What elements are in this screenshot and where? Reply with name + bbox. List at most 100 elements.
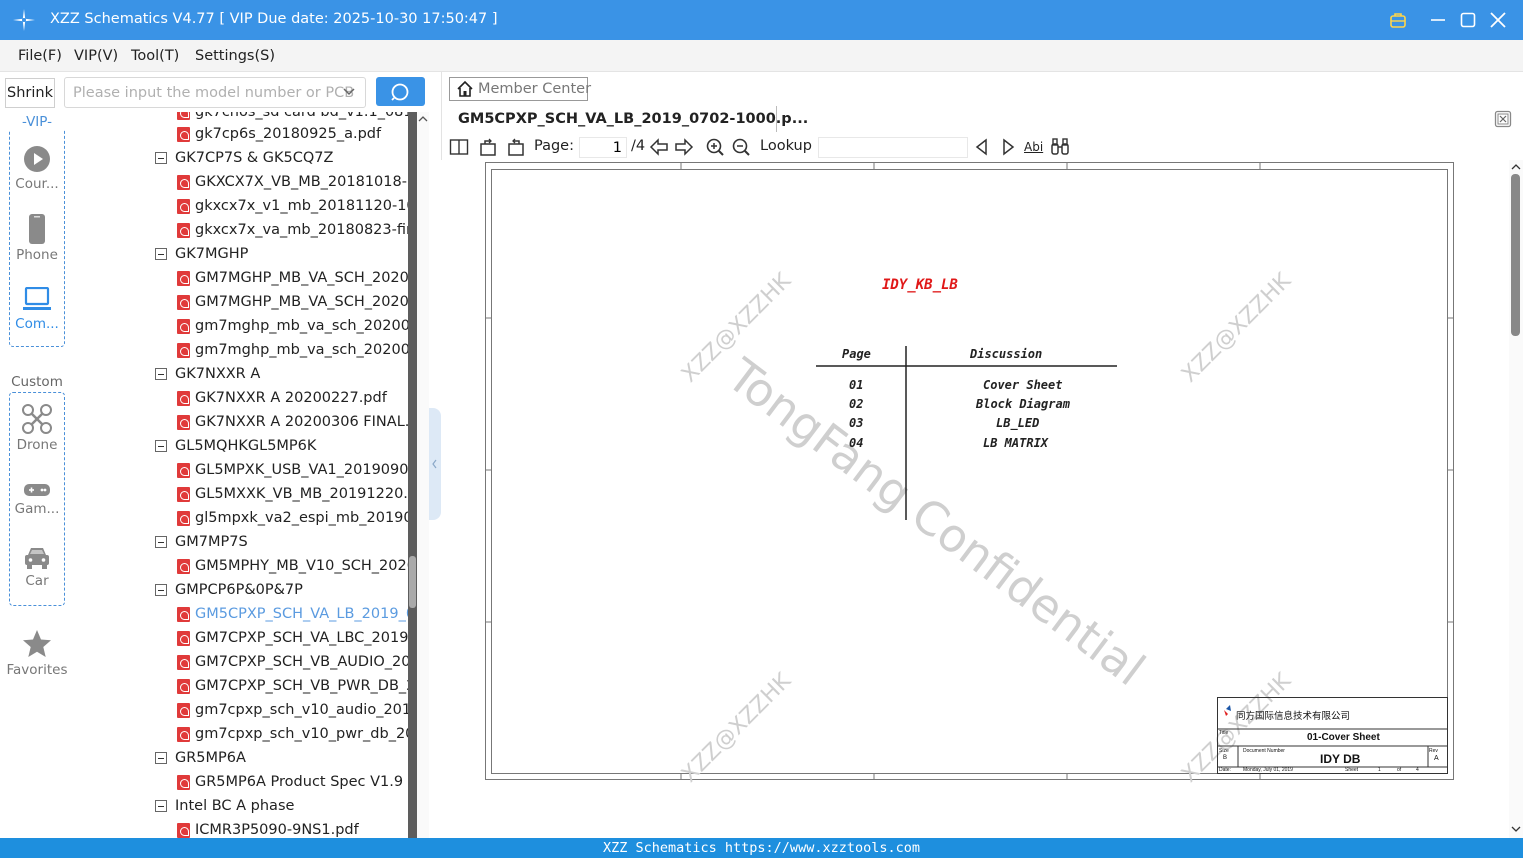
tree-scroll-thumb[interactable] xyxy=(409,556,416,608)
collapse-icon[interactable] xyxy=(155,440,167,452)
pdf-icon xyxy=(177,679,190,694)
sheet-label: Sheet xyxy=(1345,767,1359,773)
collapse-icon[interactable] xyxy=(155,248,167,260)
pdf-icon xyxy=(177,511,190,526)
pdf-icon xyxy=(177,127,190,142)
maximize-icon[interactable] xyxy=(1458,10,1478,30)
chevron-up-icon[interactable] xyxy=(418,114,428,124)
sidebar-item-favorites[interactable]: Favorites xyxy=(0,629,74,678)
rev-value: A xyxy=(1434,755,1439,762)
menu-settings[interactable]: Settings(S) xyxy=(195,48,275,64)
find-prev-icon[interactable] xyxy=(972,137,992,157)
viewer-scroll-thumb[interactable] xyxy=(1511,174,1520,336)
collapse-icon[interactable] xyxy=(155,368,167,380)
pdf-icon xyxy=(177,271,190,286)
pdf-icon xyxy=(177,463,190,478)
car-icon xyxy=(25,548,49,569)
collapse-icon[interactable] xyxy=(155,800,167,812)
window-title: XZZ Schematics V4.77 [ VIP Due date: 202… xyxy=(50,11,498,27)
sidebar-item-courses[interactable]: Cour... xyxy=(0,145,74,192)
sidebar-item-label: Favorites xyxy=(6,662,68,678)
member-center-button[interactable]: Member Center xyxy=(449,77,592,101)
chevron-down-icon[interactable] xyxy=(1511,824,1521,834)
pdf-icon xyxy=(177,631,190,646)
sidebar-item-label: Cour... xyxy=(15,176,59,192)
vip-group-title: -VIP- xyxy=(19,114,54,130)
pdf-icon xyxy=(177,295,190,310)
chevron-down-icon[interactable] xyxy=(341,84,357,100)
sidebar-item-drone[interactable]: Drone xyxy=(0,404,74,453)
col-header-page: Page xyxy=(842,347,871,361)
date-value: Monday, July 01, 2019 xyxy=(1243,767,1293,773)
title-bar: XZZ Schematics V4.77 [ VIP Due date: 202… xyxy=(0,0,1523,40)
collapse-icon[interactable] xyxy=(155,752,167,764)
search-button[interactable] xyxy=(376,77,425,106)
close-tab-icon[interactable] xyxy=(1494,110,1512,128)
shrink-button[interactable]: Shrink xyxy=(5,78,55,108)
tree-scrollbar[interactable] xyxy=(408,112,417,838)
sidebar-item-car[interactable]: Car xyxy=(0,546,74,589)
pdf-icon xyxy=(177,175,190,190)
sidebar-item-phone[interactable]: Phone xyxy=(0,214,74,263)
vip-bag-icon[interactable] xyxy=(1388,10,1408,30)
sidebar-item-label: Gam... xyxy=(14,501,60,517)
pdf-icon xyxy=(177,823,190,838)
schematic-title: IDY_KB_LB xyxy=(882,277,958,293)
sidebar-toggle-icon[interactable] xyxy=(449,137,469,157)
sidebar-item-label: Phone xyxy=(16,247,58,263)
rev-label: Rev xyxy=(1429,748,1438,754)
menu-tool[interactable]: Tool(T) xyxy=(131,48,179,64)
docnum-label: Document Number xyxy=(1243,748,1285,754)
row-desc: Block Diagram xyxy=(976,397,1070,411)
lookup-input[interactable] xyxy=(818,137,968,158)
drone-icon xyxy=(22,404,52,434)
document-tab[interactable]: GM5CPXP_SCH_VA_LB_2019_0702-1000.p... xyxy=(449,106,808,132)
page-label: Page: xyxy=(534,138,574,154)
search-icon xyxy=(391,83,409,101)
binoculars-icon[interactable] xyxy=(1050,137,1070,157)
page-total: /4 xyxy=(631,138,646,154)
sidebar-item-computer[interactable]: Com... xyxy=(0,287,74,332)
pdf-icon xyxy=(177,319,190,334)
next-page-icon[interactable] xyxy=(674,137,694,157)
of-value: 4 xyxy=(1416,767,1419,773)
zoom-out-icon[interactable] xyxy=(731,137,751,157)
member-center-label: Member Center xyxy=(478,81,592,97)
collapse-icon[interactable] xyxy=(155,584,167,596)
chevron-up-icon[interactable] xyxy=(1511,162,1521,172)
row-page: 01 xyxy=(849,378,864,392)
rotate-right-icon[interactable] xyxy=(505,137,525,157)
category-sidebar: -VIP- Cour... Phone Com... Custom Drone … xyxy=(0,112,74,838)
tree-scroll-track[interactable] xyxy=(417,112,429,838)
panel-collapse-handle[interactable] xyxy=(429,408,441,520)
zoom-in-icon[interactable] xyxy=(705,137,725,157)
sidebar-item-label: Com... xyxy=(15,316,59,332)
prev-page-icon[interactable] xyxy=(649,137,669,157)
lookup-label: Lookup xyxy=(760,138,812,154)
find-next-icon[interactable] xyxy=(998,137,1018,157)
minimize-icon[interactable] xyxy=(1428,10,1448,30)
pdf-icon xyxy=(177,343,190,358)
search-input[interactable] xyxy=(64,77,366,108)
page-number-input[interactable] xyxy=(579,137,627,158)
row-desc: Cover Sheet xyxy=(983,378,1063,392)
menu-file[interactable]: File(F) xyxy=(18,48,62,64)
rotate-left-icon[interactable] xyxy=(479,137,499,157)
play-icon xyxy=(24,146,50,172)
viewer-scrollbar[interactable] xyxy=(1509,160,1523,838)
close-icon[interactable] xyxy=(1488,10,1508,30)
pdf-icon xyxy=(177,727,190,742)
collapse-icon[interactable] xyxy=(155,536,167,548)
pdf-icon xyxy=(177,415,190,430)
sidebar-item-label: Drone xyxy=(16,437,58,453)
match-case-button[interactable]: Abi xyxy=(1024,140,1043,154)
menu-bar: File(F) VIP(V) Tool(T) Settings(S) xyxy=(0,40,1523,72)
sidebar-item-gaming[interactable]: Gam... xyxy=(0,482,74,517)
status-bar: XZZ Schematics https://www.xzztools.com xyxy=(0,838,1523,858)
collapse-icon[interactable] xyxy=(155,152,167,164)
menu-vip[interactable]: VIP(V) xyxy=(74,48,118,64)
custom-group-title: Custom xyxy=(11,374,63,390)
pdf-icon xyxy=(177,775,190,790)
file-tree: gk7cnos_sd card bd_v1.1_0814.pdf gk7cp6s… xyxy=(74,112,408,838)
company-name: 同方国际信息技术有限公司 xyxy=(1236,711,1351,722)
